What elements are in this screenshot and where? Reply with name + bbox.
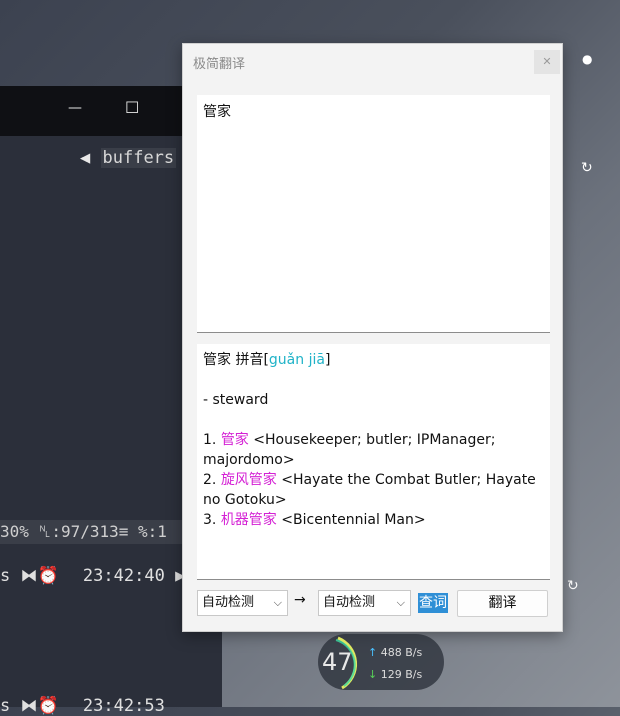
target-language-value: 自动检测 [323,595,376,610]
entry-term: 旋风管家 [220,472,277,488]
refresh-icon: ↻ [567,578,579,594]
headword: 管家 [203,352,231,368]
source-text-input[interactable]: 管家 [197,95,550,333]
triangle-left-icon: ◀ [80,148,91,168]
entry-item: 3. 机器管家 <Bicentennial Man> [203,510,544,530]
upload-arrow-icon: ↑ [368,646,378,659]
source-text: 管家 [203,104,231,120]
chevron-down-icon: ⌵ [273,596,282,609]
meaning-line: - steward [203,392,269,408]
statusline-text: 30% ␤:97/313≡ %:1 [0,522,167,541]
entry-term: 管家 [220,432,249,448]
download-arrow-icon: ↓ [368,668,378,681]
entry-gloss: <Bicentennial Man> [281,512,426,528]
translation-output[interactable]: 管家 拼音[guǎn jiā] - steward 1. 管家 <Houseke… [197,344,550,580]
terminal-titlebar: — ☐ [0,86,182,136]
action-bar: 自动检测 ⌵ → 自动检测 ⌵ 查词 翻译 [197,590,550,618]
term-time: 23:42:53 [82,696,165,716]
entry-num: 2. [203,472,217,488]
download-speed-row: ↓ 129 B/s [368,668,422,681]
download-speed: 129 B/s [380,668,423,681]
bowtie-icon: ⧓ [20,696,38,716]
buffers-tab[interactable]: ◀ buffers [80,148,177,168]
term-time: 23:42:40 [82,566,165,586]
term-time-line-1: s ⧓⏰ 23:42:40 ▶ [0,566,185,586]
entry-item: 2. 旋风管家 <Hayate the Combat Butler; Hayat… [203,470,544,510]
target-language-select[interactable]: 自动检测 ⌵ [318,590,411,616]
entry-num: 1. [203,432,217,448]
arrow-right-icon: → [294,592,306,608]
term-char: s [0,696,11,716]
usage-percent: 47 [322,648,353,676]
query-word-button[interactable]: 查词 [418,593,448,613]
alarm-icon: ⏰ [37,566,59,586]
desktop-dot: ● [582,52,593,66]
buffers-label: buffers [100,148,177,168]
headword-line: 管家 拼音[guǎn jiā] [203,350,544,370]
window-title: 极简翻译 [193,57,246,72]
pinyin-label: 拼音 [235,352,264,368]
alarm-icon: ⏰ [37,696,59,716]
upload-speed: 488 B/s [380,646,423,659]
close-icon: ✕ [542,55,552,68]
entry-term: 机器管家 [220,512,277,528]
bowtie-icon: ⧓ [20,566,38,586]
minimize-button[interactable]: — [68,100,82,116]
translator-window: 极简翻译 ✕ 管家 管家 拼音[guǎn jiā] - steward 1. 管… [182,43,563,632]
entry-item: 1. 管家 <Housekeeper; butler; IPManager; m… [203,430,544,470]
upload-speed-row: ↑ 488 B/s [368,646,422,659]
translate-button[interactable]: 翻译 [457,590,548,617]
vim-statusline: 30% ␤:97/313≡ %:1 [0,520,182,544]
chevron-down-icon: ⌵ [396,596,405,609]
refresh-icon: ↻ [581,160,593,176]
maximize-button[interactable]: ☐ [125,98,139,117]
pinyin: guǎn jiā [268,352,325,368]
entry-num: 3. [203,512,217,528]
bracket: ] [324,352,331,368]
term-char: s [0,566,11,586]
close-button[interactable]: ✕ [534,50,560,74]
source-language-select[interactable]: 自动检测 ⌵ [197,590,288,616]
source-language-value: 自动检测 [202,595,255,610]
term-time-line-2: s ⧓⏰ 23:42:53 [0,696,165,716]
